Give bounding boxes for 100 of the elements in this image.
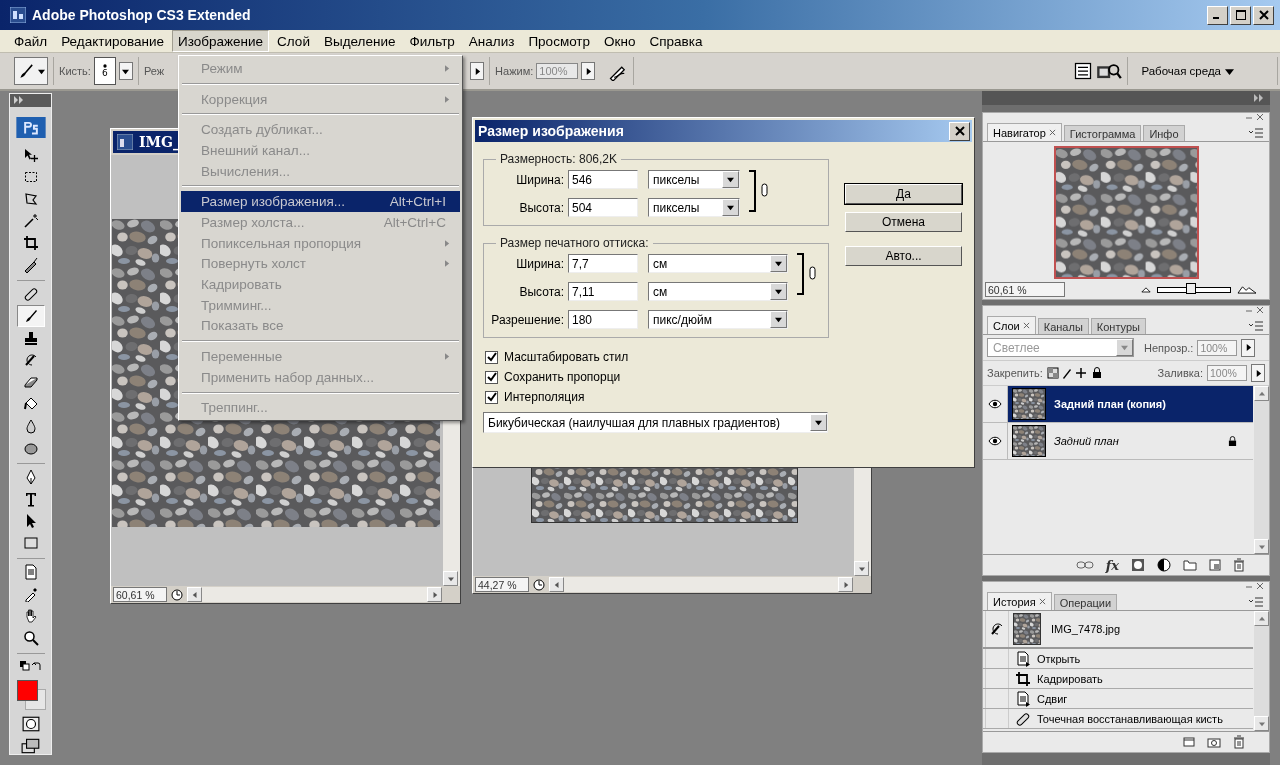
tool-preset-picker[interactable]	[14, 57, 48, 85]
close-icon[interactable]	[1038, 598, 1046, 605]
tool-button[interactable]	[16, 305, 45, 327]
history-step[interactable]: Сдвиг	[983, 689, 1253, 709]
flow-arrow-button[interactable]	[470, 62, 485, 80]
text-field[interactable]: 7,11	[568, 282, 638, 301]
panel-tab[interactable]: Инфо	[1143, 125, 1185, 141]
scroll-up-button[interactable]	[1254, 386, 1269, 401]
slider-thumb[interactable]	[1186, 282, 1197, 294]
new-layer-icon[interactable]	[1209, 559, 1221, 571]
pressure-arrow-button[interactable]	[581, 62, 596, 80]
eye-icon[interactable]	[988, 399, 1002, 409]
fill-arrow-button[interactable]	[1251, 364, 1265, 382]
scroll-down-button[interactable]	[443, 571, 458, 586]
mask-icon[interactable]	[1131, 558, 1145, 572]
scroll-left-button[interactable]	[187, 587, 202, 602]
layer-row[interactable]: Задний план	[983, 423, 1253, 460]
snapshot-row[interactable]: IMG_7478.jpg	[983, 611, 1253, 649]
screen-mode-icon[interactable]	[20, 738, 41, 754]
folder-icon[interactable]	[1183, 559, 1197, 571]
unit-dropdown[interactable]: пикселы	[648, 198, 740, 217]
checkbox[interactable]	[485, 350, 498, 364]
adjustment-icon[interactable]	[1157, 558, 1171, 572]
scroll-right-button[interactable]	[838, 577, 853, 592]
history-step[interactable]: Точечная восстанавливающая кисть	[983, 709, 1253, 729]
opacity-arrow-button[interactable]	[1241, 338, 1256, 357]
history-brush-icon[interactable]	[990, 622, 1004, 636]
checkbox[interactable]	[485, 370, 498, 384]
panel-tab[interactable]: Контуры	[1090, 318, 1146, 334]
zoom-in-icon[interactable]	[1237, 285, 1257, 294]
new-document-icon[interactable]	[1183, 736, 1195, 748]
zoom-field[interactable]: 60,61 %	[113, 587, 167, 602]
dialog-button[interactable]: Авто...	[845, 246, 962, 266]
status-menu-icon[interactable]	[170, 587, 184, 602]
scroll-down-button[interactable]	[854, 561, 869, 576]
close-icon[interactable]	[1022, 322, 1030, 329]
layer-row[interactable]: Задний план (копия)	[983, 386, 1253, 423]
menu-item[interactable]: Справка	[643, 30, 709, 52]
panel-controls-icon[interactable]	[1245, 306, 1265, 314]
menu-item[interactable]: Слой	[271, 30, 316, 52]
text-field[interactable]: 180	[568, 310, 638, 329]
trash-icon[interactable]	[1233, 735, 1245, 749]
dialog-button[interactable]: Отмена	[845, 212, 962, 232]
default-colors-icon[interactable]	[18, 660, 43, 674]
app-logo-icon[interactable]	[13, 116, 48, 138]
zoom-field[interactable]: 60,61 %	[985, 282, 1065, 297]
workspace-menu[interactable]: Рабочая среда	[1133, 65, 1242, 77]
close-button[interactable]	[1253, 5, 1274, 25]
resample-dropdown[interactable]: Бикубическая (наилучшая для плавных градиентов)	[483, 412, 828, 433]
menu-item[interactable]: Редактирование	[55, 30, 171, 52]
layer-style-button[interactable]: fx	[1105, 557, 1119, 573]
palette-icon[interactable]	[1073, 61, 1094, 81]
menu-item[interactable]: Просмотр	[522, 30, 597, 52]
history-step[interactable]: Кадрировать	[983, 669, 1253, 689]
collapse-icon[interactable]	[1254, 94, 1264, 102]
history-step[interactable]: Открыть	[983, 649, 1253, 669]
status-menu-icon[interactable]	[532, 577, 546, 592]
menu-item[interactable]: Файл	[8, 30, 54, 52]
text-field[interactable]: 546	[568, 170, 638, 189]
panel-tab[interactable]: История	[987, 592, 1052, 610]
menu-icon[interactable]	[1249, 321, 1263, 331]
scroll-left-button[interactable]	[549, 577, 564, 592]
scroll-up-button[interactable]	[1254, 611, 1269, 626]
unit-dropdown[interactable]: пикс/дюйм	[648, 310, 788, 329]
close-icon[interactable]	[1048, 129, 1056, 136]
menu-item[interactable]: Анализ	[462, 30, 521, 52]
menu-item[interactable]: Выделение	[317, 30, 402, 52]
panel-tab[interactable]: Каналы	[1037, 318, 1089, 334]
panel-controls-icon[interactable]	[1245, 582, 1265, 590]
zoom-out-icon[interactable]	[1141, 286, 1151, 293]
scroll-down-button[interactable]	[1254, 716, 1269, 731]
camera-icon[interactable]	[1207, 736, 1221, 748]
panel-controls-icon[interactable]	[1245, 113, 1265, 121]
dialog-button[interactable]: Да	[845, 184, 962, 204]
scroll-down-button[interactable]	[1254, 539, 1269, 554]
checkbox[interactable]	[485, 390, 498, 404]
panel-tab[interactable]: Гистограмма	[1063, 125, 1142, 141]
link-icon[interactable]	[1075, 560, 1094, 570]
menu-item[interactable]: Окно	[598, 30, 642, 52]
unit-dropdown[interactable]: см	[648, 254, 788, 273]
eye-icon[interactable]	[988, 436, 1002, 446]
minimize-button[interactable]	[1207, 5, 1228, 25]
menu-icon[interactable]	[1249, 128, 1263, 138]
quick-mask-icon[interactable]	[21, 716, 40, 732]
unit-dropdown[interactable]: см	[648, 282, 788, 301]
menu-icon[interactable]	[1249, 597, 1263, 607]
panel-tab[interactable]: Слои	[987, 316, 1036, 334]
zoom-slider[interactable]	[1157, 286, 1231, 293]
brush-dropdown-button[interactable]	[118, 62, 133, 80]
unit-dropdown[interactable]: пикселы	[648, 170, 740, 189]
menu-item[interactable]: Изображение	[172, 30, 270, 52]
panel-tab[interactable]: Навигатор	[987, 123, 1062, 141]
close-button[interactable]	[949, 121, 970, 141]
text-field[interactable]: 7,7	[568, 254, 638, 273]
text-field[interactable]: 504	[568, 198, 638, 217]
brush-picker[interactable]: 6	[93, 57, 116, 85]
expand-icon[interactable]	[14, 96, 24, 105]
scroll-right-button[interactable]	[427, 587, 442, 602]
maximize-button[interactable]	[1230, 5, 1251, 25]
trash-icon[interactable]	[1233, 558, 1245, 572]
